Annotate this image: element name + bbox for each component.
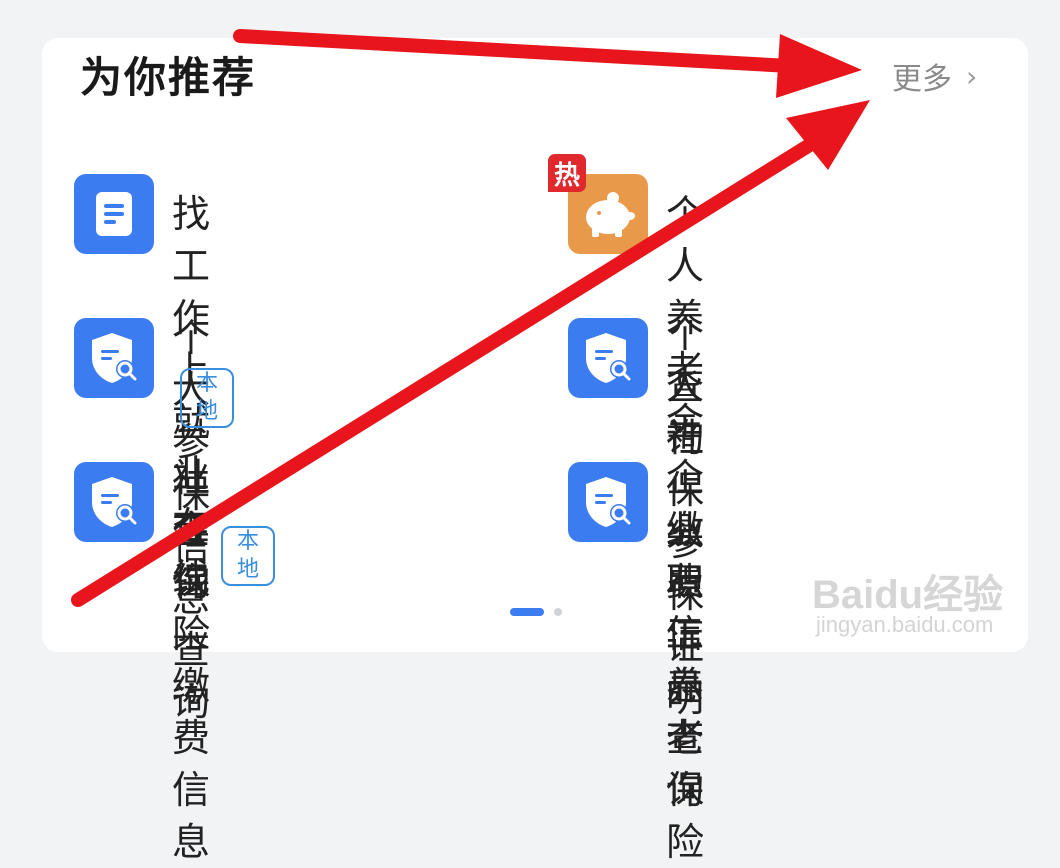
watermark-url: jingyan.baidu.com [816,612,994,637]
page-indicator [510,608,562,616]
page-dot-active [510,608,544,616]
local-tag: 本地 [180,368,235,428]
more-label: 更多 [892,62,952,97]
shield-search-icon [74,318,154,398]
section-title: 为你推荐 [80,53,257,102]
shield-search-icon [568,462,648,542]
shield-search-icon [568,318,648,398]
service-label-line2-row: 查询 本地 [172,504,276,608]
document-icon [74,174,154,254]
local-tag: 本地 [221,526,276,586]
more-link[interactable]: 更多 › [892,54,977,98]
page-dot [554,608,562,616]
shield-search-icon [74,462,154,542]
service-label-line2: 缴费信息查询 [666,508,706,812]
service-label-line2: 查询 [666,364,706,460]
hot-badge: 热 [548,154,586,192]
local-tag-label: 本地 [180,368,235,428]
service-label-line2: 查询 [172,508,212,604]
chevron-right-icon: › [966,59,978,93]
